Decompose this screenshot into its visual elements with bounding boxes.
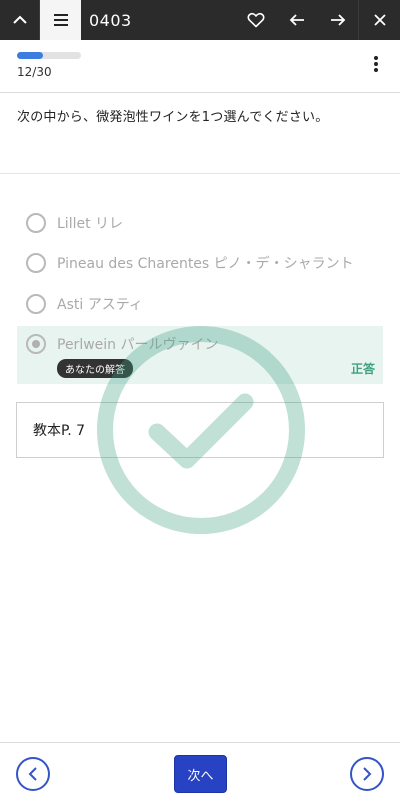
close-button[interactable]: [358, 0, 400, 40]
answer-option-selected[interactable]: Perlwein パールヴァイン あなたの解答 正答: [17, 326, 383, 384]
radio-button[interactable]: [26, 294, 46, 314]
menu-icon: [53, 14, 68, 26]
answer-option[interactable]: Asti アスティ: [17, 284, 383, 324]
chevron-right-icon: [363, 767, 372, 781]
answer-option[interactable]: Pineau des Charentes ピノ・デ・シャラント: [17, 243, 383, 283]
chevron-left-icon: [28, 767, 37, 781]
option-label: Asti アスティ: [57, 297, 143, 313]
question-text: 次の中から、微発泡性ワインを1つ選んでください。: [17, 110, 329, 125]
arrow-right-icon: [330, 14, 345, 26]
forward-button[interactable]: [350, 757, 384, 791]
reference-box: 教本P. 7: [16, 402, 384, 458]
next-question-button[interactable]: [317, 0, 358, 40]
progress-count: 12/30: [17, 65, 52, 79]
answer-option[interactable]: Lillet リレ: [17, 203, 383, 243]
option-label: Perlwein パールヴァイン: [57, 337, 219, 353]
divider: [0, 92, 400, 93]
progress-fill: [17, 52, 43, 59]
your-answer-badge: あなたの解答: [57, 359, 133, 378]
divider: [0, 173, 400, 174]
progress-bar: [17, 52, 81, 59]
more-options-button[interactable]: [366, 54, 386, 74]
question-id-title: 0403: [89, 10, 132, 30]
collapse-button[interactable]: [0, 0, 40, 40]
previous-question-button[interactable]: [276, 0, 317, 40]
favorite-button[interactable]: [235, 0, 276, 40]
divider: [0, 742, 400, 743]
reference-text: 教本P. 7: [33, 423, 86, 439]
option-label: Lillet リレ: [57, 216, 124, 232]
arrow-left-icon: [289, 14, 304, 26]
previous-button[interactable]: [16, 757, 50, 791]
heart-icon: [247, 12, 264, 28]
close-icon: [373, 14, 386, 26]
chevron-up-icon: [12, 15, 27, 24]
correct-label: 正答: [350, 362, 375, 376]
radio-button-checked[interactable]: [26, 334, 46, 354]
top-bar: 0403: [0, 0, 400, 40]
more-vertical-icon: [374, 56, 378, 72]
menu-button[interactable]: [40, 0, 81, 40]
radio-button[interactable]: [26, 213, 46, 233]
option-label: Pineau des Charentes ピノ・デ・シャラント: [57, 256, 354, 272]
next-button[interactable]: 次へ: [174, 755, 227, 793]
radio-button[interactable]: [26, 253, 46, 273]
